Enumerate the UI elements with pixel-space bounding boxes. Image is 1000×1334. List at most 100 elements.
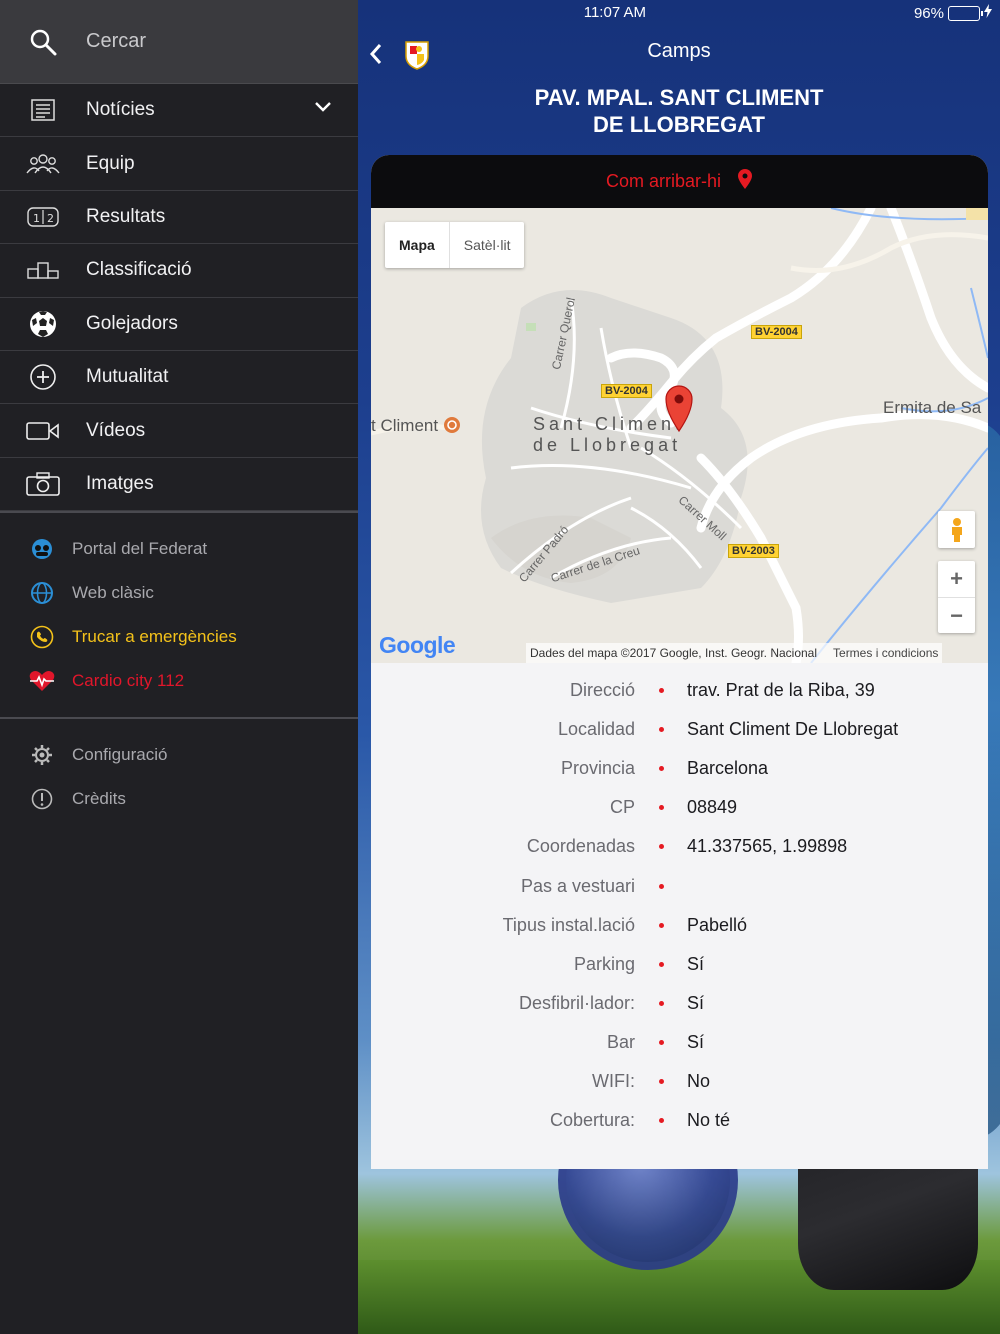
battery-status: 96% [914, 4, 992, 22]
newspaper-icon [0, 98, 86, 122]
poi-label-text: t Climent [371, 416, 439, 435]
bullet-icon [635, 922, 687, 928]
location-marker-icon[interactable] [664, 384, 694, 437]
bullet-icon [635, 883, 687, 889]
link-cardio-city[interactable]: Cardio city 112 [0, 659, 358, 703]
detail-row: Cobertura: No té [371, 1101, 988, 1140]
detail-value: Sí [687, 1031, 705, 1052]
link-web-clasic[interactable]: Web clàsic [0, 571, 358, 615]
settings-links: Configuració Crèdits [0, 719, 358, 835]
detail-value: Pabelló [687, 914, 748, 935]
battery-icon [948, 5, 983, 21]
sidebar-item-noticies[interactable]: Notícies [0, 84, 358, 138]
search-icon [0, 28, 86, 56]
detail-row: Localidad Sant Climent De Llobregat [371, 710, 988, 749]
map-type-mapa[interactable]: Mapa [385, 222, 449, 268]
detail-value: No té [687, 1110, 731, 1131]
zoom-out-icon[interactable]: − [938, 597, 975, 633]
bullet-icon [635, 1078, 687, 1084]
detail-label: Tipus instal.lació [502, 914, 635, 935]
heart-pulse-icon [0, 669, 72, 693]
sidebar-item-golejadors[interactable]: Golejadors [0, 298, 358, 351]
main-panel: 11:07 AM 96% Camps PAV. MPAL. SANT CLIME… [358, 0, 1000, 1334]
venue-details: Direcció trav. Prat de la Riba, 39 Locali… [371, 663, 988, 1140]
venue-title: PAV. MPAL. SANT CLIMENT DE LLOBREGAT [358, 84, 1000, 138]
link-trucar-emergencies[interactable]: Trucar a emergències [0, 615, 358, 659]
directions-label: Com arribar-hi [605, 171, 722, 191]
sidebar: Cercar Notícies Equip 12 Resultats Class… [0, 0, 358, 1334]
bullet-icon [635, 688, 687, 694]
charging-icon [984, 4, 992, 22]
map-view[interactable]: Mapa Satèl·lit BV-2004 BV-2004 BV-2003 C… [371, 208, 988, 663]
town-name: de Llobregat [533, 435, 682, 455]
sidebar-item-resultats[interactable]: 12 Resultats [0, 191, 358, 245]
link-credits[interactable]: Crèdits [0, 777, 358, 821]
detail-label: Bar [606, 1031, 635, 1052]
sidebar-item-label: Resultats [86, 205, 166, 227]
sidebar-item-label: Equip [86, 152, 135, 174]
sidebar-item-videos[interactable]: Vídeos [0, 404, 358, 458]
map-pin-icon [737, 168, 753, 195]
map-type-satellit[interactable]: Satèl·lit [448, 222, 525, 268]
camera-icon [0, 472, 86, 496]
detail-value: Sí [687, 992, 705, 1013]
bullet-icon [635, 961, 687, 967]
detail-label: Provincia [560, 758, 635, 779]
gear-icon [0, 744, 72, 766]
venue-title-line2: DE LLOBREGAT [593, 112, 765, 137]
federat-icon [0, 538, 72, 560]
detail-label: Coordenadas [526, 836, 635, 857]
road-badge: BV-2004 [751, 325, 802, 339]
venue-title-line1: PAV. MPAL. SANT CLIMENT [534, 85, 824, 110]
svg-text:1: 1 [33, 212, 40, 225]
link-label: Crèdits [72, 789, 126, 809]
poi-label: Ermita de Sa [883, 398, 982, 417]
street-view-pegman-icon[interactable] [938, 511, 975, 548]
sidebar-item-imatges[interactable]: Imatges [0, 458, 358, 512]
sidebar-item-classificacio[interactable]: Classificació [0, 244, 358, 298]
sidebar-item-label: Vídeos [86, 419, 146, 441]
bullet-icon [635, 844, 687, 850]
detail-value: trav. Prat de la Riba, 39 [687, 680, 875, 701]
detail-row: CP 08849 [371, 788, 988, 827]
link-configuracio[interactable]: Configuració [0, 733, 358, 777]
sidebar-item-label: Classificació [86, 259, 192, 281]
search-row[interactable]: Cercar [0, 0, 358, 84]
search-label: Cercar [86, 30, 147, 52]
detail-label: WIFI: [592, 1070, 635, 1091]
detail-value: No [687, 1070, 711, 1091]
detail-row: Coordenadas 41.337565, 1.99898 [371, 827, 988, 866]
sidebar-item-equip[interactable]: Equip [0, 137, 358, 191]
link-label: Trucar a emergències [72, 627, 237, 647]
google-logo: Google [379, 632, 456, 658]
external-links: Portal del Federat Web clàsic Trucar a e… [0, 513, 358, 717]
page-title: Camps [647, 40, 711, 62]
nav-bar: Camps [358, 34, 1000, 74]
zoom-in-icon[interactable]: + [938, 561, 975, 597]
sidebar-item-mutualitat[interactable]: Mutualitat [0, 351, 358, 405]
plus-circle-icon [0, 363, 86, 391]
detail-label: CP [609, 797, 635, 818]
link-portal-federat[interactable]: Portal del Federat [0, 527, 358, 571]
link-label: Web clàsic [72, 583, 154, 603]
scoreboard-icon: 12 [0, 207, 86, 227]
detail-row: Bar Sí [371, 1023, 988, 1062]
chevron-down-icon[interactable] [314, 100, 332, 118]
status-bar: 11:07 AM 96% [358, 0, 1000, 26]
map-terms-link[interactable]: Termes i condicions [833, 646, 938, 660]
detail-value: Sant Climent De Llobregat [687, 719, 899, 740]
road-badge: BV-2004 [601, 384, 652, 398]
map-attribution: Dades del mapa ©2017 Google, Inst. Geogr… [526, 643, 943, 663]
directions-button[interactable]: Com arribar-hi [371, 155, 988, 208]
battery-percent: 96% [913, 4, 944, 22]
map-type-toggle[interactable]: Mapa Satèl·lit [385, 222, 525, 268]
sidebar-item-label: Imatges [86, 472, 154, 494]
podium-icon [0, 261, 86, 280]
globe-icon [0, 581, 72, 605]
restaurant-icon [443, 417, 460, 433]
bullet-icon [635, 1118, 687, 1124]
detail-value: Barcelona [687, 758, 769, 779]
link-label: Cardio city 112 [72, 671, 185, 691]
road-badge: BV-2003 [728, 544, 779, 558]
bullet-icon [635, 805, 687, 811]
